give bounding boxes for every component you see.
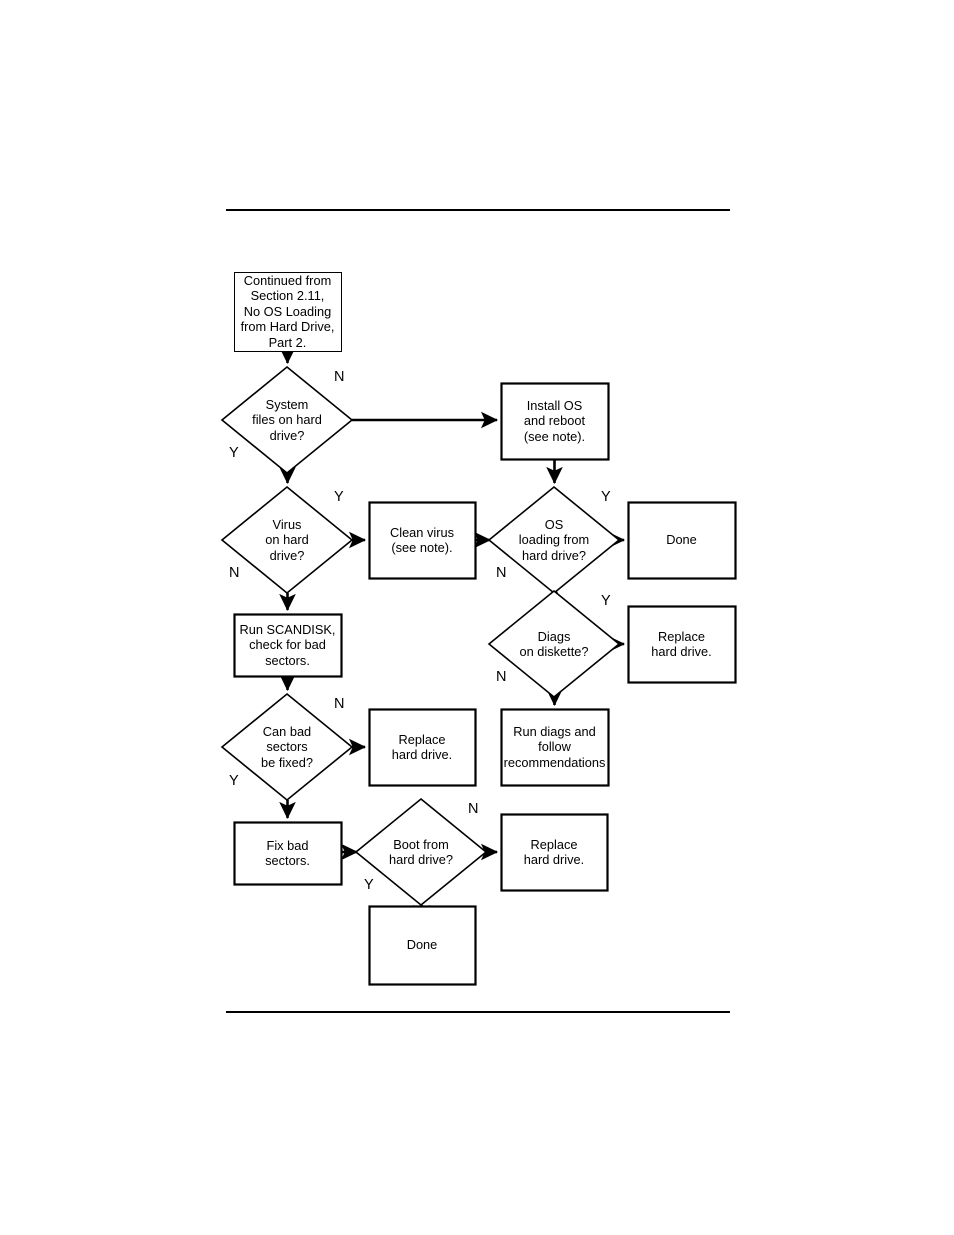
flow-node-run-diags-follow-recommendations[interactable] [500,708,610,787]
flow-node-clean-virus[interactable] [368,501,477,580]
flow-branch-label-osload-y: Y [601,489,611,505]
flow-node-diags-on-diskette[interactable] [487,589,621,699]
flow-branch-label-diags-y: Y [601,593,611,609]
flowchart-canvas [220,272,737,986]
flow-node-install-os-and-reboot[interactable] [500,382,610,461]
flow-node-system-files-on-hard-drive[interactable] [220,365,354,475]
flow-node-virus-on-hard-drive[interactable] [220,485,354,595]
flow-branch-label-virus-y: Y [334,489,344,505]
flow-shapes [220,272,737,986]
flow-node-replace-hard-drive-bottom[interactable] [500,813,609,892]
flow-node-done-bottom[interactable] [368,905,477,986]
flow-node-fix-bad-sectors[interactable] [233,821,343,886]
flow-node-run-scandisk[interactable] [233,613,343,678]
flow-branch-label-sysfiles-y: Y [229,445,239,461]
footer-rule [226,1011,730,1013]
document-page: Continued from Section 2.11, No OS Loadi… [0,0,954,1235]
flow-branch-label-badsectors-n: N [334,696,345,712]
flow-branch-label-diags-n: N [496,669,507,685]
flow-node-continued-from[interactable] [234,272,342,352]
flow-branch-label-boot-n: N [468,801,479,817]
flow-branch-label-sysfiles-n: N [334,369,345,385]
flow-branch-label-osload-n: N [496,565,507,581]
flow-node-done-top[interactable] [627,501,737,580]
flow-branch-label-boot-y: Y [364,877,374,893]
flow-node-can-bad-sectors-be-fixed[interactable] [220,692,354,802]
flow-node-replace-hard-drive-right[interactable] [627,605,737,684]
flow-node-boot-from-hard-drive[interactable] [354,797,488,907]
flow-branch-label-badsectors-y: Y [229,773,239,789]
flow-node-os-loading-from-hard-drive[interactable] [487,485,621,595]
flow-branch-label-virus-n: N [229,565,240,581]
flow-node-replace-hard-drive-middle[interactable] [368,708,477,787]
